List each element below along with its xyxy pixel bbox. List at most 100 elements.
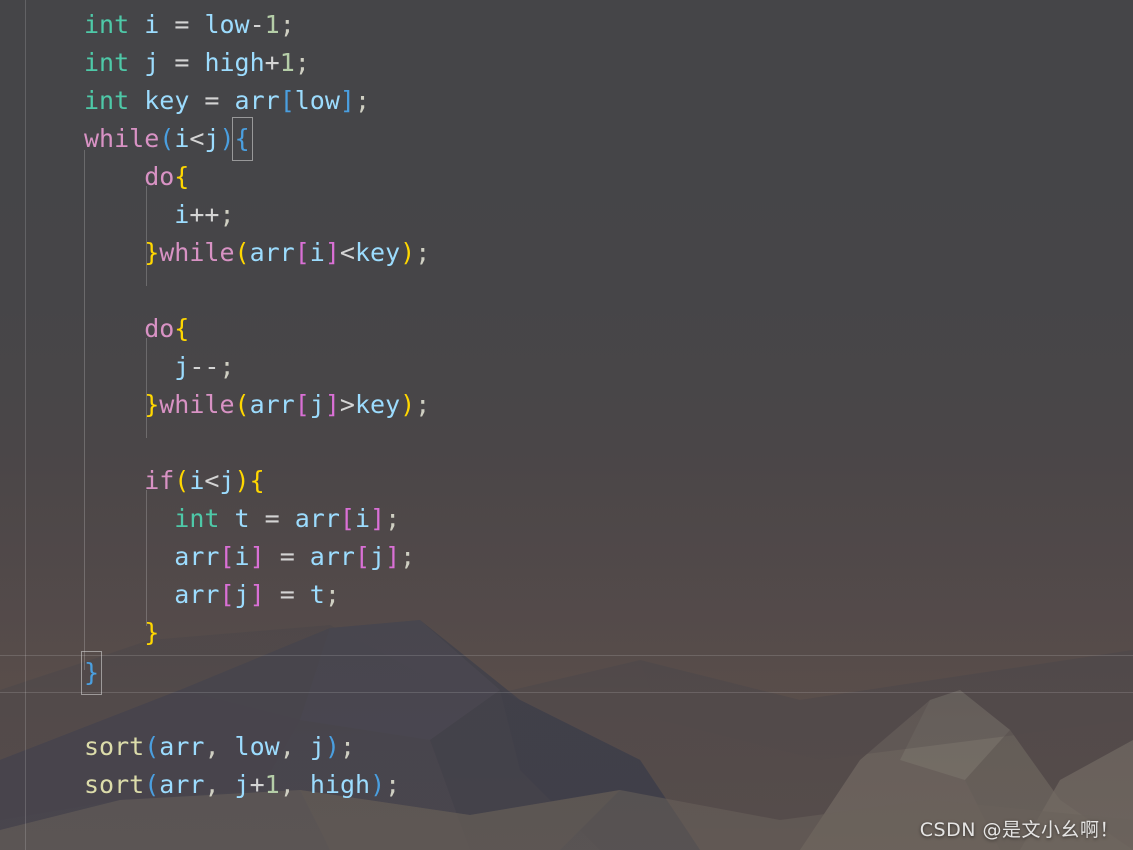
- code-line[interactable]: [0, 272, 1133, 310]
- code-token: sort: [84, 732, 145, 761]
- code-line[interactable]: }while(arr[i]<key);: [0, 234, 1133, 272]
- code-token: i: [234, 542, 250, 571]
- code-line[interactable]: arr[j] = t;: [0, 576, 1133, 614]
- code-token: t: [234, 504, 250, 533]
- code-token: arr: [309, 542, 355, 571]
- code-token: +: [249, 770, 265, 799]
- code-token: while: [84, 124, 160, 153]
- code-line[interactable]: if(i<j){: [0, 462, 1133, 500]
- code-token: j: [174, 352, 190, 381]
- code-token: key: [354, 390, 401, 419]
- code-token: high: [204, 48, 265, 77]
- code-token: ;: [415, 390, 431, 419]
- code-token: sort: [84, 770, 145, 799]
- code-token: ): [370, 770, 386, 799]
- code-token: ;: [219, 352, 235, 381]
- code-line[interactable]: j--;: [0, 348, 1133, 386]
- code-token: =: [159, 48, 205, 77]
- code-token: [: [279, 86, 295, 115]
- code-token: ): [234, 466, 250, 495]
- code-token: j: [144, 48, 160, 77]
- code-token: arr: [234, 86, 280, 115]
- code-token: [: [219, 580, 235, 609]
- code-token: arr: [249, 390, 295, 419]
- code-token: i: [174, 124, 190, 153]
- code-line[interactable]: int t = arr[i];: [0, 500, 1133, 538]
- code-line[interactable]: while(i<j){: [0, 117, 1133, 161]
- code-line[interactable]: do{: [0, 158, 1133, 196]
- code-token: [: [354, 542, 371, 571]
- code-line[interactable]: }: [0, 651, 1133, 695]
- code-line[interactable]: [0, 424, 1133, 462]
- code-token: 1: [279, 48, 295, 77]
- csdn-watermark: CSDN @是文小幺啊！: [919, 819, 1119, 841]
- code-line[interactable]: int j = high+1;: [0, 44, 1133, 82]
- code-token: do: [144, 162, 175, 191]
- code-line[interactable]: }while(arr[j]>key);: [0, 386, 1133, 424]
- code-token: }: [144, 618, 160, 647]
- code-line[interactable]: [0, 692, 1133, 730]
- code-token: i: [354, 504, 371, 533]
- code-token: low: [234, 732, 280, 761]
- code-token: arr: [159, 732, 205, 761]
- code-token: ]: [324, 390, 340, 419]
- code-token: ): [219, 124, 235, 153]
- matching-bracket: }: [80, 651, 103, 695]
- code-token: j: [309, 390, 325, 419]
- code-line[interactable]: i++;: [0, 196, 1133, 234]
- code-token: [: [339, 504, 355, 533]
- code-token: [: [219, 542, 235, 571]
- code-token: =: [264, 542, 310, 571]
- code-token: int: [84, 86, 130, 115]
- code-token: ;: [385, 504, 401, 533]
- code-token: arr: [294, 504, 340, 533]
- code-token: j: [204, 124, 220, 153]
- code-token: j: [219, 466, 235, 495]
- code-token: while: [159, 390, 235, 419]
- code-token: <: [339, 238, 355, 267]
- code-token: i: [189, 466, 205, 495]
- code-token: (: [144, 770, 160, 799]
- code-token: ): [324, 732, 340, 761]
- code-token: int: [174, 504, 220, 533]
- code-token: ;: [219, 200, 235, 229]
- code-token: [: [294, 390, 310, 419]
- code-token: +: [264, 48, 280, 77]
- code-token: <: [204, 466, 220, 495]
- code-text-area[interactable]: int i = low-1; int j = high+1; int key = a…: [0, 0, 1133, 850]
- code-token: while: [159, 238, 235, 267]
- code-token: arr: [174, 580, 220, 609]
- code-token: ;: [385, 770, 401, 799]
- code-line[interactable]: do{: [0, 310, 1133, 348]
- code-token: <: [189, 124, 205, 153]
- code-token: ;: [324, 580, 340, 609]
- code-token: ,: [204, 770, 235, 799]
- code-token: }: [144, 390, 160, 419]
- code-token: arr: [249, 238, 295, 267]
- code-token: ,: [279, 732, 310, 761]
- code-line[interactable]: }: [0, 614, 1133, 652]
- code-token: t: [309, 580, 325, 609]
- code-line[interactable]: arr[i] = arr[j];: [0, 538, 1133, 576]
- matching-bracket: {: [231, 117, 253, 161]
- code-token: [: [294, 238, 310, 267]
- code-line[interactable]: int key = arr[low];: [0, 82, 1133, 120]
- code-token: j: [234, 770, 250, 799]
- code-token: {: [249, 466, 265, 495]
- code-token: ]: [249, 580, 265, 609]
- code-token: int: [84, 48, 130, 77]
- code-line[interactable]: int i = low-1;: [0, 6, 1133, 44]
- code-token: j: [309, 732, 325, 761]
- code-token: key: [354, 238, 401, 267]
- code-token: ]: [249, 542, 265, 571]
- code-token: int: [84, 10, 130, 39]
- code-line[interactable]: sort(arr, low, j);: [0, 728, 1133, 766]
- code-line[interactable]: sort(arr, j+1, high);: [0, 766, 1133, 804]
- code-token: ;: [354, 86, 371, 115]
- code-token: {: [174, 314, 190, 343]
- code-token: =: [159, 10, 205, 39]
- code-editor[interactable]: int i = low-1; int j = high+1; int key = a…: [0, 0, 1133, 850]
